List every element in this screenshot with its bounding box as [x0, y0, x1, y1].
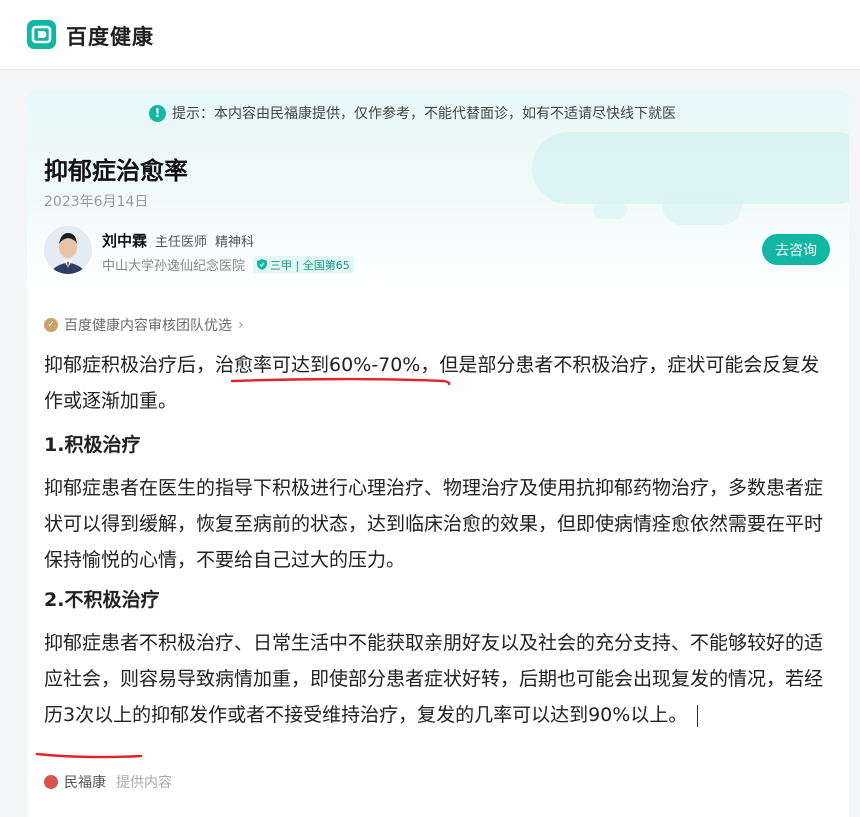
doctor-info: 刘中霖 主任医师 精神科 — [102, 230, 254, 251]
section-heading-active-treatment: 1.积极治疗 — [44, 434, 141, 456]
decorative-bubble — [662, 185, 742, 225]
content-source: 民福康 提供内容 — [44, 772, 172, 792]
source-name[interactable]: 民福康 — [64, 772, 106, 792]
doctor-avatar[interactable] — [44, 226, 92, 274]
article-date: 2023年6月14日 — [44, 194, 149, 210]
disclaimer-notice: ! 提示：本内容由民福康提供，仅作参考，不能代替面诊，如有不适请尽快线下就医 — [149, 102, 676, 124]
review-label: 百度健康内容审核团队优选 — [64, 318, 232, 334]
relapse-rate-highlight: 90%以上。 — [588, 704, 688, 726]
article-card: ! 提示：本内容由民福康提供，仅作参考，不能代替面诊，如有不适请尽快线下就医 抑… — [27, 90, 849, 817]
hospital-badge-text: 三甲 | 全国第65 — [270, 258, 350, 272]
text-cursor — [697, 704, 699, 727]
doctor-department: 精神科 — [215, 235, 255, 250]
intro-text-start: 抑郁症积极治疗后， — [44, 354, 216, 376]
source-logo-icon — [44, 775, 58, 789]
decorative-bubble — [593, 202, 627, 219]
doctor-name[interactable]: 刘中霖 — [102, 230, 147, 251]
consult-button[interactable]: 去咨询 — [762, 234, 830, 265]
chevron-right-icon: › — [238, 317, 244, 333]
hospital-info: 中山大学孙逸仙纪念医院 三甲 | 全国第65 — [102, 255, 354, 274]
hospital-badge: 三甲 | 全国第65 — [253, 256, 354, 273]
doctor-title: 主任医师 — [155, 235, 208, 250]
paragraph-active-treatment: 抑郁症患者在医生的指导下积极进行心理治疗、物理治疗及使用抗抑郁药物治疗，多数患者… — [44, 477, 824, 571]
shield-icon — [257, 259, 268, 270]
paragraph-no-treatment: 抑郁症患者不积极治疗、日常生活中不能获取亲朋好友以及社会的充分支持、不能够较好的… — [44, 625, 834, 733]
exclamation-icon: ! — [149, 104, 166, 122]
brand-name[interactable]: 百度健康 — [66, 21, 154, 51]
red-underline-annotation — [35, 752, 143, 759]
hospital-name[interactable]: 中山大学孙逸仙纪念医院 — [102, 255, 245, 274]
no-treatment-text: 抑郁症患者不积极治疗、日常生活中不能获取亲朋好友以及社会的充分支持、不能够较好的… — [44, 632, 824, 726]
verified-icon: ✓ — [44, 318, 58, 332]
cure-rate-highlight: 治愈率可达到60%-70% — [215, 354, 421, 376]
paragraph-intro: 抑郁症积极治疗后，治愈率可达到60%-70%，但是部分患者不积极治疗，症状可能会… — [44, 347, 834, 419]
baidu-health-logo-icon[interactable] — [27, 20, 56, 49]
review-tag[interactable]: ✓ 百度健康内容审核团队优选 › — [44, 315, 244, 335]
source-label: 提供内容 — [116, 775, 172, 791]
top-bar: 百度健康 — [0, 0, 860, 70]
disclaimer-text: 提示：本内容由民福康提供，仅作参考，不能代替面诊，如有不适请尽快线下就医 — [172, 106, 676, 122]
article-title: 抑郁症治愈率 — [44, 157, 188, 185]
section-heading-no-treatment: 2.不积极治疗 — [44, 589, 160, 611]
